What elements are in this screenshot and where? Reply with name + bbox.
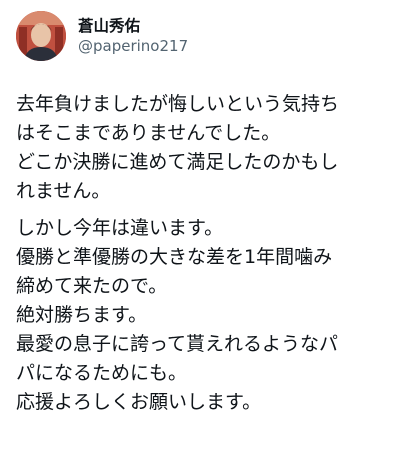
tweet-paragraph: 去年負けましたが悔しいという気持ち はそこまでありませんでした。 どこか決勝に進… xyxy=(16,90,386,206)
tweet-line: 最愛の息子に誇って貰えれるようなパ xyxy=(16,333,339,355)
tweet-line: 締めて来たので。 xyxy=(16,275,168,297)
user-avatar[interactable] xyxy=(16,11,66,61)
tweet-line: どこか決勝に進めて満足したのかもし xyxy=(16,151,339,173)
author-display-name[interactable]: 蒼山秀佑 xyxy=(78,17,188,36)
author-names: 蒼山秀佑 @paperino217 xyxy=(78,17,188,56)
tweet-line: 去年負けましたが悔しいという気持ち xyxy=(16,93,340,115)
author-handle[interactable]: @paperino217 xyxy=(78,37,188,55)
tweet-line: しかし今年は違います。 xyxy=(16,217,224,239)
tweet-line: パになるためにも。 xyxy=(16,362,188,384)
tweet-header: 蒼山秀佑 @paperino217 xyxy=(16,10,188,62)
tweet-line: はそこまでありませんでした。 xyxy=(16,122,281,144)
tweet-paragraph: しかし今年は違います。 優勝と準優勝の大きな差を1年間噛み 締めて来たので。 絶… xyxy=(16,214,386,417)
tweet-line: 応援よろしくお願いします。 xyxy=(16,391,262,413)
tweet-body: 去年負けましたが悔しいという気持ち はそこまでありませんでした。 どこか決勝に進… xyxy=(16,90,386,417)
tweet-line: 絶対勝ちます。 xyxy=(16,304,148,326)
tweet-line: 優勝と準優勝の大きな差を1年間噛み xyxy=(16,246,333,268)
tweet-line: れません。 xyxy=(16,180,111,202)
avatar-photo-icon xyxy=(16,11,66,61)
tweet-card: 蒼山秀佑 @paperino217 去年負けましたが悔しいという気持ち はそこま… xyxy=(0,0,400,452)
